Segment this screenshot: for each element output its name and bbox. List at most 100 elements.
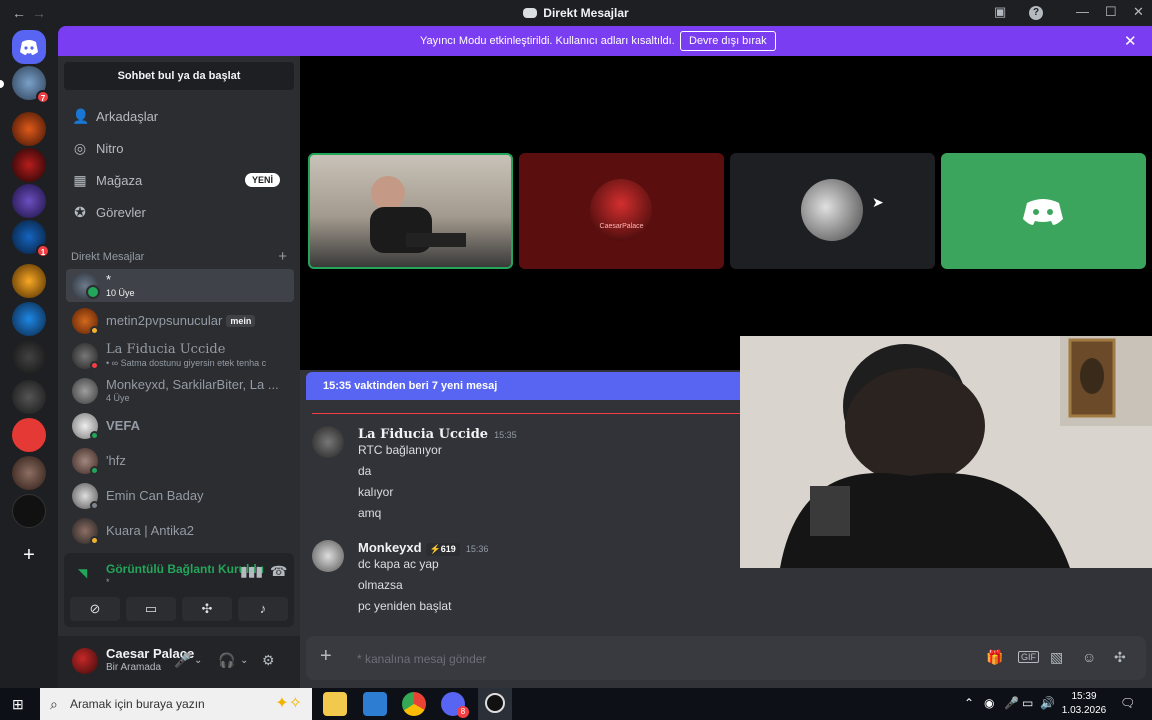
active-app-icon[interactable]	[478, 688, 512, 720]
server-icon[interactable]	[12, 112, 46, 146]
clock[interactable]: 15:39 1.03.2026	[1058, 690, 1110, 718]
create-dm-icon[interactable]: +	[278, 248, 287, 265]
tray-mic-icon[interactable]: 🎤	[1004, 696, 1019, 710]
minimize-icon[interactable]: —	[1076, 4, 1089, 19]
dm-item-group[interactable]: * 10 Üye	[66, 269, 294, 302]
noise-suppression-icon[interactable]: ▮▮▮	[240, 563, 263, 580]
windows-start-icon[interactable]: ⊞	[12, 696, 24, 713]
server-icon[interactable]	[12, 184, 46, 218]
home-discord-icon[interactable]	[12, 30, 46, 64]
avatar[interactable]	[72, 648, 98, 674]
video-tile-avatar[interactable]	[730, 153, 935, 269]
avatar[interactable]	[312, 540, 344, 572]
attach-plus-icon[interactable]: +	[320, 645, 332, 668]
dm-name: La Fiducia Uccide	[106, 342, 226, 357]
message-line: pc yeniden başlat	[358, 599, 452, 613]
server-icon[interactable]	[12, 302, 46, 336]
dm-item-group[interactable]: Monkeyxd, SarkilarBiter, La ... 4 Üye	[66, 374, 294, 407]
help-icon[interactable]: ?	[1029, 6, 1043, 20]
discord-status-icon	[86, 285, 100, 299]
nav-shop[interactable]: ▦ Mağaza YENİ	[66, 165, 292, 195]
status-online-icon	[90, 466, 99, 475]
server-icon[interactable]	[12, 380, 46, 414]
emoji-icon[interactable]: ☺	[1082, 649, 1096, 665]
chevron-down-icon[interactable]: ⌄	[240, 655, 248, 666]
server-icon[interactable]	[12, 418, 46, 452]
search-placeholder: Aramak için buraya yazın	[70, 697, 205, 711]
nav-shop-label: Mağaza	[96, 173, 143, 188]
server-icon[interactable]	[12, 494, 46, 528]
nav-quests[interactable]: ✪ Görevler	[66, 197, 292, 227]
message-line: kalıyor	[358, 485, 394, 499]
camera-off-button[interactable]: ⊘	[70, 597, 120, 621]
activities-button[interactable]: ✣	[182, 597, 232, 621]
notification-icon[interactable]: 🗨	[1120, 696, 1135, 710]
new-divider	[312, 413, 742, 414]
pip-video[interactable]	[740, 336, 1152, 568]
quests-icon: ✪	[74, 204, 86, 220]
settings-gear-icon[interactable]: ⚙	[262, 652, 275, 669]
tray-chevron-icon[interactable]: ⌃	[964, 696, 974, 710]
dm-item[interactable]: Emin Can Baday	[66, 479, 294, 512]
server-icon[interactable]: 1	[12, 220, 50, 258]
network-icon[interactable]: ▭	[1022, 696, 1033, 710]
apps-icon[interactable]: ✣	[1114, 649, 1126, 666]
screen-share-button[interactable]: ▭	[126, 597, 176, 621]
microphone-icon[interactable]: 🎤	[174, 652, 191, 669]
message-line: olmazsa	[358, 578, 403, 592]
find-conversation-button[interactable]: Sohbet bul ya da başlat	[64, 62, 294, 90]
disconnect-icon[interactable]: ☎	[270, 563, 287, 580]
message-author[interactable]: La Fiducia Uccide 15:35	[358, 426, 517, 442]
banner-close-icon[interactable]: ✕	[1124, 32, 1137, 50]
gif-icon[interactable]: GIF	[1018, 651, 1039, 663]
server-icon[interactable]	[12, 264, 46, 298]
user-status: Bir Aramada	[106, 662, 162, 673]
close-window-icon[interactable]: ✕	[1133, 4, 1144, 20]
chevron-down-icon[interactable]: ⌄	[194, 655, 202, 666]
discord-taskbar-icon[interactable]: 8	[441, 692, 469, 718]
video-tile-self[interactable]	[308, 153, 513, 269]
status-online-icon	[90, 431, 99, 440]
add-server-icon[interactable]: +	[12, 538, 46, 572]
soundboard-button[interactable]: ♪	[238, 597, 288, 621]
server-icon[interactable]	[12, 340, 46, 374]
chrome-icon[interactable]	[402, 692, 426, 716]
new-messages-bar[interactable]: 15:35 vaktinden beri 7 yeni mesaj	[306, 372, 746, 400]
dm-item[interactable]: metin2pvpsunucular mein	[66, 304, 294, 337]
message-line: da	[358, 464, 372, 478]
server-icon[interactable]	[12, 456, 46, 490]
video-tile-discord[interactable]	[941, 153, 1146, 269]
dm-item[interactable]: La Fiducia Uccide • ∞ Satma dostunu giye…	[66, 339, 294, 372]
voice-channel: *	[106, 577, 110, 587]
nav-friends[interactable]: 👤 Arkadaşlar	[66, 101, 292, 131]
disable-streamer-mode-button[interactable]: Devre dışı bırak	[680, 31, 776, 51]
gift-icon[interactable]: 🎁	[986, 649, 1003, 666]
guild-tag-text: 619	[440, 544, 456, 554]
volume-icon[interactable]: 🔊	[1040, 696, 1055, 710]
video-tile-avatar[interactable]: CaesarPalace	[519, 153, 724, 269]
inbox-icon[interactable]: ▣	[994, 4, 1006, 20]
dm-item[interactable]: Kuara | Antika2	[66, 514, 294, 547]
streamer-mode-banner: Yayıncı Modu etkinleştirildi. Kullanıcı …	[58, 26, 1152, 56]
server-icon[interactable]	[12, 148, 46, 182]
dm-header-label: Direkt Mesajlar	[71, 251, 145, 263]
maximize-icon[interactable]: ☐	[1105, 4, 1117, 20]
taskbar-search[interactable]: ⌕ Aramak için buraya yazın ✦✧	[40, 688, 312, 720]
clock-time: 15:39	[1071, 691, 1097, 702]
app-icon[interactable]	[363, 692, 387, 716]
call-stage: CaesarPalace ➤	[300, 56, 1152, 370]
dm-item[interactable]: 'hfz	[66, 444, 294, 477]
tray-app-icon[interactable]: ◉	[984, 696, 994, 710]
server-rail: 7 1 +	[0, 26, 58, 688]
sticker-icon[interactable]: ▧	[1050, 649, 1063, 666]
dm-subtitle: • ∞ Satma dostunu giyersin etek tenha c	[106, 358, 267, 368]
headphones-icon[interactable]: 🎧	[218, 652, 235, 669]
message-author[interactable]: Monkeyxd ⚡619 15:36	[358, 540, 488, 556]
dm-item[interactable]: VEFA	[66, 409, 294, 442]
nav-nitro[interactable]: ◎ Nitro	[66, 133, 292, 163]
dm-name: Monkeyxd, SarkilarBiter, La ...	[106, 377, 279, 392]
file-explorer-icon[interactable]	[323, 692, 347, 716]
avatar[interactable]	[312, 426, 344, 458]
message-input[interactable]: * kanalına mesaj gönder	[357, 652, 486, 666]
group-dm-server-icon[interactable]: 7	[12, 66, 50, 104]
